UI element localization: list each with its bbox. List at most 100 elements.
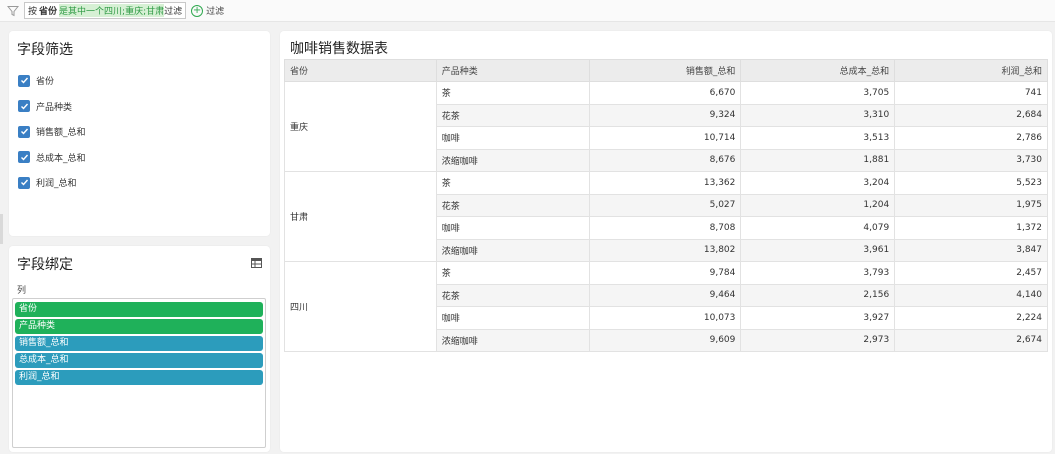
cell-sales: 6,670	[588, 81, 742, 105]
cell-cost: 1,204	[740, 193, 896, 217]
field-checkbox-label: 产品种类	[36, 102, 73, 113]
filter-bar: 按 省份 是其中一个四川;重庆;甘肃 过滤 + 过滤	[0, 0, 1055, 22]
cell-cost: 3,513	[740, 126, 896, 150]
header-profit[interactable]: 利润_总和	[894, 59, 1048, 82]
checkbox-checked-icon[interactable]	[18, 74, 30, 87]
cell-profit: 741	[894, 81, 1048, 105]
filter-field: 省份	[39, 7, 58, 17]
cell-profit: 4,140	[894, 283, 1048, 307]
checkbox-checked-icon[interactable]	[18, 100, 30, 113]
column-label: 列	[17, 286, 27, 296]
sales-table: 省份 产品种类 销售额_总和 总成本_总和 利润_总和 重庆茶 6,670 3,70…	[284, 59, 1048, 352]
cell-product: 茶	[435, 171, 590, 195]
field-checkbox-label: 省份	[36, 77, 55, 88]
bound-field-pill[interactable]: 销售额_总和	[15, 336, 263, 351]
cell-product: 咖啡	[435, 126, 590, 150]
cell-product: 咖啡	[435, 306, 590, 330]
cell-sales: 10,073	[588, 306, 742, 330]
cell-cost: 3,961	[740, 238, 896, 262]
filter-chip[interactable]: 按 省份 是其中一个四川;重庆;甘肃 过滤	[24, 2, 187, 19]
cell-product: 咖啡	[435, 216, 590, 240]
plus-icon: +	[191, 4, 204, 17]
field-checkbox-item[interactable]: 销售额_总和	[18, 119, 86, 145]
cell-product: 茶	[435, 81, 590, 105]
table-layout-icon[interactable]	[251, 258, 262, 268]
field-checkbox-label: 总成本_总和	[36, 153, 86, 164]
cell-province: 甘肃	[284, 171, 437, 262]
field-checkbox-item[interactable]: 省份	[18, 68, 86, 94]
cell-profit: 3,847	[894, 238, 1048, 262]
cell-sales: 9,324	[588, 103, 742, 127]
cell-profit: 3,730	[894, 148, 1048, 172]
bound-field-pill[interactable]: 利润_总和	[15, 370, 263, 385]
cell-product: 浓缩咖啡	[435, 148, 590, 172]
header-product[interactable]: 产品种类	[435, 59, 590, 82]
checkbox-checked-icon[interactable]	[18, 151, 30, 164]
field-checkbox-item[interactable]: 利润_总和	[18, 170, 86, 196]
column-drop-zone[interactable]: 省份产品种类销售额_总和 总成本_总和 利润_总和	[12, 298, 266, 448]
cell-cost: 3,793	[740, 261, 896, 285]
cell-profit: 2,684	[894, 103, 1048, 127]
cell-cost: 3,927	[740, 306, 896, 330]
cell-product: 浓缩咖啡	[435, 328, 590, 352]
header-cost[interactable]: 总成本_总和	[740, 59, 896, 82]
cell-product: 浓缩咖啡	[435, 238, 590, 262]
cell-sales: 9,784	[588, 261, 742, 285]
field-checkbox-label: 利润_总和	[36, 179, 77, 190]
cell-cost: 2,156	[740, 283, 896, 307]
panel-collapse-handle[interactable]	[0, 214, 3, 244]
funnel-icon[interactable]	[4, 2, 22, 20]
table-row: 甘肃茶 13,362 3,204 5,523	[284, 171, 1048, 262]
cell-cost: 1,881	[740, 148, 896, 172]
field-checkbox-item[interactable]: 总成本_总和	[18, 145, 86, 171]
cell-cost: 3,310	[740, 103, 896, 127]
field-filter-title: 字段筛选	[17, 42, 73, 58]
field-bind-panel: 字段绑定 列 省份产品种类销售额_总和 总成本_总和 利润_总和	[9, 246, 270, 452]
bound-field-pill[interactable]: 总成本_总和	[15, 353, 263, 368]
bound-field-pill[interactable]: 产品种类	[15, 319, 263, 334]
cell-sales: 13,802	[588, 238, 742, 262]
cell-profit: 1,372	[894, 216, 1048, 240]
filter-suffix: 过滤	[164, 7, 183, 17]
cell-profit: 2,786	[894, 126, 1048, 150]
cell-product: 茶	[435, 261, 590, 285]
header-province[interactable]: 省份	[284, 59, 437, 82]
cell-province: 重庆	[284, 81, 437, 172]
cell-cost: 3,204	[740, 171, 896, 195]
cell-cost: 4,079	[740, 216, 896, 240]
cell-product: 花茶	[435, 283, 590, 307]
cell-profit: 2,224	[894, 306, 1048, 330]
cell-cost: 2,973	[740, 328, 896, 352]
add-filter-label: 过滤	[206, 7, 225, 17]
cell-cost: 3,705	[740, 81, 896, 105]
field-checkbox-item[interactable]: 产品种类	[18, 94, 86, 120]
table-header-row: 省份 产品种类 销售额_总和 总成本_总和 利润_总和	[284, 59, 1048, 82]
cell-sales: 8,708	[588, 216, 742, 240]
cell-profit: 2,674	[894, 328, 1048, 352]
cell-sales: 5,027	[588, 193, 742, 217]
cell-profit: 5,523	[894, 171, 1048, 195]
filter-prefix: 按	[28, 7, 38, 17]
bound-field-pill[interactable]: 省份	[15, 302, 263, 317]
cell-sales: 8,676	[588, 148, 742, 172]
checkbox-checked-icon[interactable]	[18, 176, 30, 189]
table-row: 四川茶 9,784 3,793 2,457	[284, 261, 1048, 352]
field-checkbox-label: 销售额_总和	[36, 128, 86, 139]
cell-sales: 13,362	[588, 171, 742, 195]
cell-sales: 10,714	[588, 126, 742, 150]
field-bind-title: 字段绑定	[17, 257, 73, 273]
cell-product: 花茶	[435, 103, 590, 127]
field-filter-panel: 字段筛选 省份产品种类销售额_总和 总成本_总和 利润_总和	[9, 31, 270, 236]
cell-province: 四川	[284, 261, 437, 352]
cell-sales: 9,609	[588, 328, 742, 352]
table-row: 重庆茶 6,670 3,705 741	[284, 81, 1048, 172]
cell-sales: 9,464	[588, 283, 742, 307]
cell-profit: 2,457	[894, 261, 1048, 285]
field-list: 省份产品种类销售额_总和 总成本_总和 利润_总和	[18, 68, 86, 196]
filter-condition: 是其中一个四川;重庆;甘肃	[59, 4, 165, 17]
checkbox-checked-icon[interactable]	[18, 125, 30, 138]
add-filter-button[interactable]: + 过滤	[191, 4, 224, 17]
cell-profit: 1,975	[894, 193, 1048, 217]
cell-product: 花茶	[435, 193, 590, 217]
header-sales[interactable]: 销售额_总和	[588, 59, 742, 82]
